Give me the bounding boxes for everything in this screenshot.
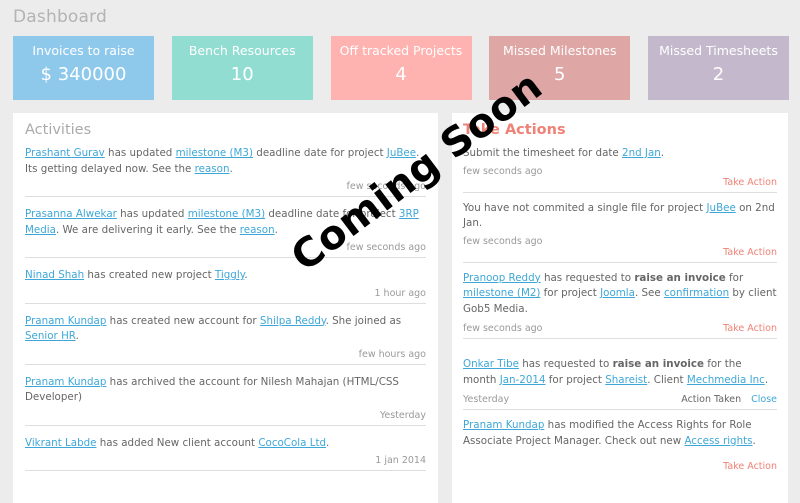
activity-item: Vikrant Labde has added New client accou… xyxy=(25,436,426,471)
action-text: Pranoop Reddy has requested to raise an … xyxy=(463,271,777,315)
activity-time: Yesterday xyxy=(379,409,426,421)
user-link[interactable]: Prashant Gurav xyxy=(25,147,105,159)
activity-time: few seconds ago xyxy=(346,242,427,253)
activities-title: Activities xyxy=(25,122,92,138)
stat-label: Missed Timesheets xyxy=(659,43,778,58)
date-link[interactable]: 2nd Jan xyxy=(622,147,661,159)
client-link[interactable]: Mechmedia Inc xyxy=(687,374,765,386)
action-time: few seconds ago xyxy=(463,323,543,334)
activity-item: Pranam Kundap has created new account fo… xyxy=(25,314,426,365)
activity-time: 1 hour ago xyxy=(374,287,426,299)
milestone-link[interactable]: milestone (M3) xyxy=(188,208,265,220)
action-item: Pranam Kundap has modified the Access Ri… xyxy=(463,418,777,472)
user-link[interactable]: Onkar Tibe xyxy=(463,358,519,370)
stat-value: 4 xyxy=(395,64,407,85)
stat-missed-timesheets[interactable]: Missed Timesheets 2 xyxy=(648,36,789,100)
activity-time: few hours ago xyxy=(358,348,426,360)
take-actions-title: Take Actions xyxy=(463,122,566,138)
take-action-button[interactable]: Take Action xyxy=(723,323,777,334)
activity-item: Prashant Gurav has updated milestone (M3… xyxy=(25,146,426,197)
user-link[interactable]: Shilpa Reddy xyxy=(260,315,326,327)
action-item: Onkar Tibe has requested to raise an inv… xyxy=(463,357,777,410)
stats-row: Invoices to raise $ 340000 Bench Resourc… xyxy=(13,36,789,100)
project-link[interactable]: JuBee xyxy=(387,147,416,159)
user-link[interactable]: Pranam Kundap xyxy=(463,419,544,431)
project-link[interactable]: Joomla xyxy=(600,287,635,299)
stat-value: 5 xyxy=(554,64,566,85)
action-time: few seconds ago xyxy=(463,235,543,247)
user-link[interactable]: Pranoop Reddy xyxy=(463,272,541,284)
stat-off-tracked-projects[interactable]: Off tracked Projects 4 xyxy=(330,36,472,100)
close-button[interactable]: Close xyxy=(751,394,777,405)
action-text: Pranam Kundap has modified the Access Ri… xyxy=(463,419,756,447)
reason-link[interactable]: reason xyxy=(195,163,230,175)
action-time: few seconds ago xyxy=(463,165,543,177)
activity-item: Pranam Kundap has archived the account f… xyxy=(25,375,426,426)
activity-text: Pranam Kundap has archived the account f… xyxy=(25,375,399,404)
stat-label: Bench Resources xyxy=(188,43,296,58)
milestone-link[interactable]: milestone (M2) xyxy=(463,287,540,299)
take-actions-panel: Take Actions Submit the timesheet for da… xyxy=(452,113,788,503)
take-action-button[interactable]: Take Action xyxy=(723,177,777,188)
action-item: Pranoop Reddy has requested to raise an … xyxy=(463,271,777,339)
project-link[interactable]: Shareist xyxy=(605,374,647,386)
user-link[interactable]: Vikrant Labde xyxy=(25,437,96,449)
action-time: Yesterday xyxy=(463,394,510,405)
activity-text: Prashant Gurav has updated milestone (M3… xyxy=(25,147,420,175)
stat-label: Invoices to raise xyxy=(32,43,135,58)
activity-text: Pranam Kundap has created new account fo… xyxy=(25,314,402,343)
activities-panel: Activities Prashant Gurav has updated mi… xyxy=(13,113,438,503)
activity-text: Ninad Shah has created new project Tiggl… xyxy=(25,269,248,281)
take-action-button[interactable]: Take Action xyxy=(723,247,777,258)
action-item: Submit the timesheet for date 2nd Jan. f… xyxy=(463,146,777,193)
project-link[interactable]: Tiggly xyxy=(215,269,244,281)
stat-invoices-to-raise[interactable]: Invoices to raise $ 340000 xyxy=(13,36,154,100)
stat-missed-milestones[interactable]: Missed Milestones 5 xyxy=(489,36,631,100)
role-link[interactable]: Senior HR xyxy=(25,330,76,342)
activity-item: Prasanna Alwekar has updated milestone (… xyxy=(25,207,426,258)
stat-value: $ 340000 xyxy=(40,64,127,85)
activity-time: few seconds ago xyxy=(346,181,427,192)
stat-value: 2 xyxy=(712,64,725,85)
activity-item: Ninad Shah has created new project Tiggl… xyxy=(25,268,426,304)
user-link[interactable]: Ninad Shah xyxy=(25,269,84,281)
reason-link[interactable]: reason xyxy=(240,224,275,236)
client-link[interactable]: CocoCola Ltd xyxy=(258,437,326,449)
user-link[interactable]: Pranam Kundap xyxy=(25,376,106,388)
action-text: You have not commited a single file for … xyxy=(463,201,775,230)
activity-text: Prasanna Alwekar has updated milestone (… xyxy=(25,208,419,236)
access-rights-link[interactable]: Access rights xyxy=(684,435,752,447)
action-text: Submit the timesheet for date 2nd Jan. xyxy=(463,147,665,159)
stat-label: Off tracked Projects xyxy=(339,43,463,58)
activity-time: 1 jan 2014 xyxy=(375,455,426,466)
month-link[interactable]: Jan-2014 xyxy=(500,374,546,386)
page-title: Dashboard xyxy=(13,7,108,27)
activity-text: Vikrant Labde has added New client accou… xyxy=(25,436,330,449)
action-item: You have not commited a single file for … xyxy=(463,201,777,263)
stat-bench-resources[interactable]: Bench Resources 10 xyxy=(171,36,313,100)
action-taken-label: Action Taken xyxy=(681,394,742,405)
take-action-button[interactable]: Take Action xyxy=(723,461,777,472)
action-text: Onkar Tibe has requested to raise an inv… xyxy=(463,358,769,386)
user-link[interactable]: Prasanna Alwekar xyxy=(25,208,117,220)
stat-label: Missed Milestones xyxy=(503,43,617,58)
confirmation-link[interactable]: confirmation xyxy=(664,287,729,299)
project-link[interactable]: JuBee xyxy=(707,202,736,214)
stat-value: 10 xyxy=(230,64,254,85)
user-link[interactable]: Pranam Kundap xyxy=(25,315,106,327)
milestone-link[interactable]: milestone (M3) xyxy=(176,147,253,159)
